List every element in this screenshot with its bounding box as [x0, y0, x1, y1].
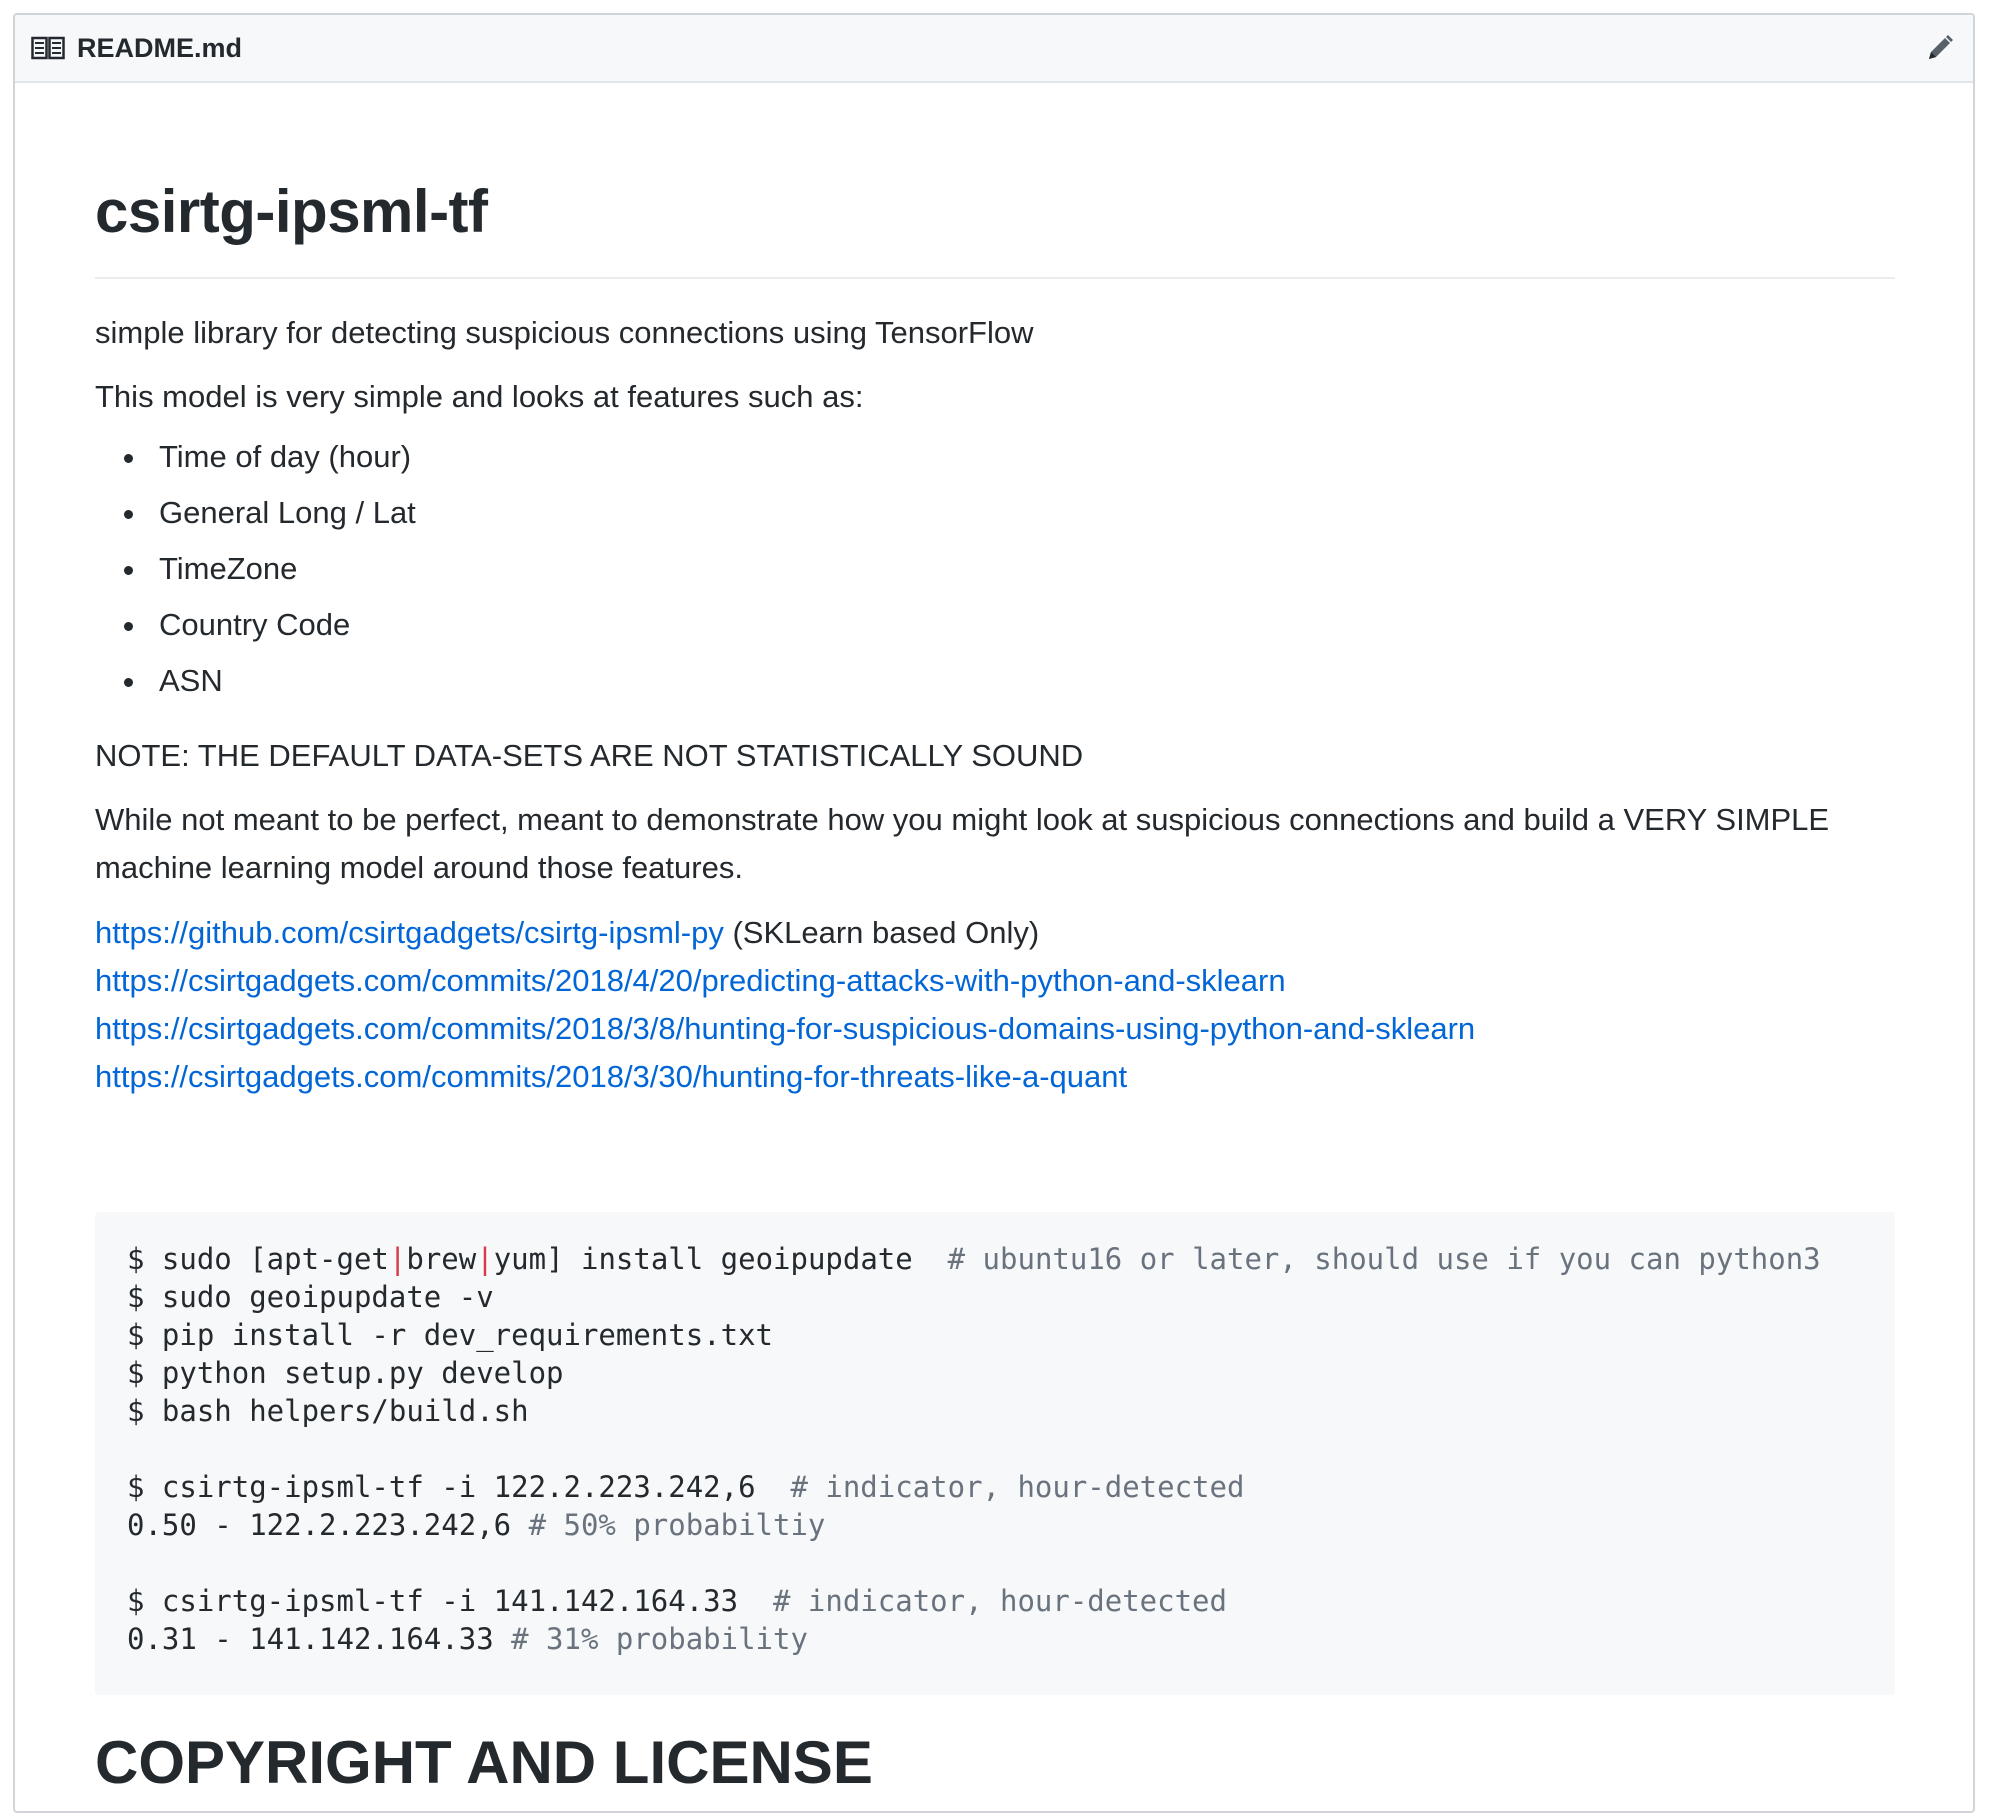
link-predicting-attacks[interactable]: https://csirtgadgets.com/commits/2018/4/… [95, 963, 1286, 998]
copyright-heading: COPYRIGHT AND LICENSE [95, 1729, 873, 1796]
list-item: General Long / Lat [95, 485, 1895, 541]
list-item: Time of day (hour) [95, 429, 1895, 485]
code-pipe: | [476, 1242, 494, 1276]
code-comment: # 50% probabiltiy [528, 1508, 826, 1542]
links-section: https://github.com/csirtgadgets/csirtg-i… [95, 909, 1895, 1101]
link-hunting-threats-quant[interactable]: https://csirtgadgets.com/commits/2018/3/… [95, 1059, 1127, 1094]
code-text: yum] install geoipupdate [493, 1242, 948, 1276]
code-text: $ csirtg-ipsml-tf -i 122.2.223.242,6 [127, 1470, 791, 1504]
description-text: simple library for detecting suspicious … [95, 315, 1034, 350]
code-comment: # ubuntu16 or later, should use if you c… [947, 1242, 1821, 1276]
code-text: $ python setup.py develop [127, 1356, 564, 1390]
link-csirtg-ipsml-py[interactable]: https://github.com/csirtgadgets/csirtg-i… [95, 915, 724, 950]
code-text: brew [406, 1242, 477, 1276]
features-intro-text: This model is very simple and looks at f… [95, 379, 864, 414]
readme-filename: README.md [77, 32, 243, 63]
code-text: $ sudo geoipupdate -v [127, 1280, 494, 1314]
list-item: ASN [95, 653, 1895, 709]
code-block: $ sudo [apt-get|brew|yum] install geoipu… [95, 1212, 1895, 1695]
book-icon [31, 35, 65, 61]
readme-header: README.md [15, 15, 1973, 83]
readme-title: csirtg-ipsml-tf [95, 178, 488, 245]
list-item: TimeZone [95, 541, 1895, 597]
code-comment: # 31% probability [511, 1622, 808, 1656]
pencil-icon [1929, 35, 1953, 59]
code-comment: # indicator, hour-detected [790, 1470, 1245, 1504]
code-text: 0.50 - 122.2.223.242,6 [127, 1508, 529, 1542]
code-pipe: | [388, 1242, 407, 1276]
code-text: 0.31 - 141.142.164.33 [127, 1622, 512, 1656]
code-text: $ csirtg-ipsml-tf -i 141.142.164.33 [127, 1584, 774, 1618]
link-hunting-suspicious-domains[interactable]: https://csirtgadgets.com/commits/2018/3/… [95, 1011, 1475, 1046]
link-suffix: (SKLearn based Only) [723, 915, 1040, 950]
code-text: $ pip install -r dev_requirements.txt [127, 1318, 774, 1352]
features-list: Time of day (hour) General Long / Lat Ti… [95, 429, 1895, 709]
code-text: $ sudo [apt-get [127, 1242, 389, 1276]
purpose-text: While not meant to be perfect, meant to … [95, 802, 1830, 885]
edit-file-button[interactable] [1923, 31, 1957, 65]
readme-panel: README.md csirtg-ipsml-tf simple library… [13, 13, 1975, 1813]
code-text: $ bash helpers/build.sh [127, 1394, 529, 1428]
list-item: Country Code [95, 597, 1895, 653]
code-comment: # indicator, hour-detected [773, 1584, 1227, 1618]
note-text: NOTE: THE DEFAULT DATA-SETS ARE NOT STAT… [95, 738, 1084, 773]
title-divider [95, 277, 1895, 279]
